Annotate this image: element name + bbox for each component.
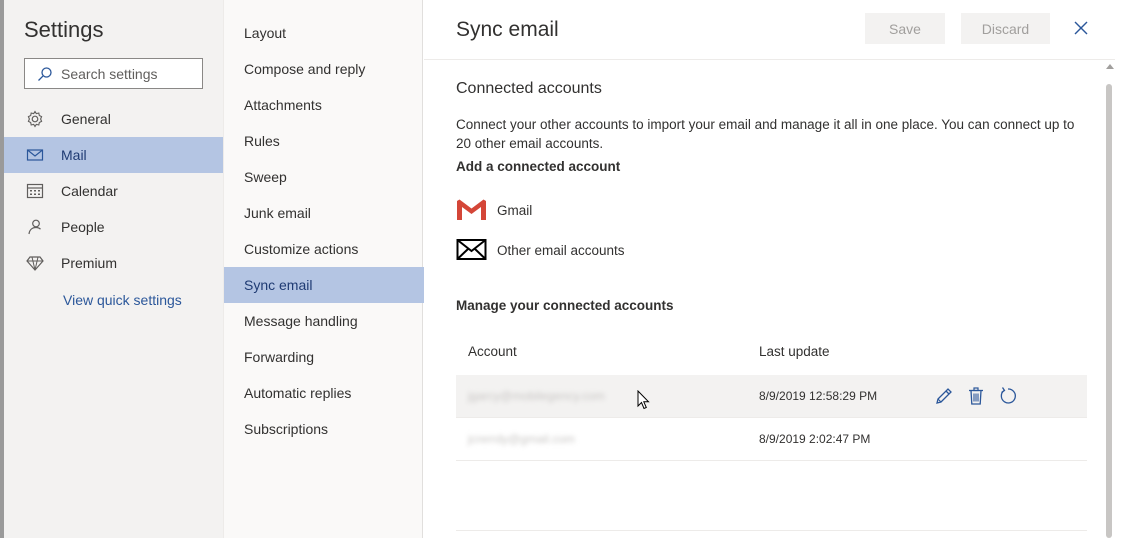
- save-button[interactable]: Save: [865, 13, 945, 44]
- subnav-item-attachments[interactable]: Attachments: [224, 87, 424, 123]
- content-divider: [456, 530, 1087, 531]
- table-header: Account Last update: [456, 334, 1087, 374]
- scroll-up-arrow-icon[interactable]: [1106, 64, 1114, 69]
- settings-sidebar: Settings General Mail Calendar People Pr…: [4, 0, 223, 538]
- diamond-icon: [26, 256, 44, 271]
- trash-icon: [969, 387, 983, 405]
- column-header-last-update: Last update: [759, 344, 830, 359]
- account-email: jcrerrdy@gmail.com: [468, 432, 575, 446]
- add-account-heading: Add a connected account: [456, 159, 621, 174]
- subnav-item-layout[interactable]: Layout: [224, 15, 424, 51]
- sidebar-item-label: General: [61, 111, 111, 127]
- search-icon: [38, 66, 52, 81]
- subnav-list: Layout Compose and reply Attachments Rul…: [224, 15, 424, 447]
- subnav-item-sync-email[interactable]: Sync email: [224, 267, 424, 303]
- subnav-item-sweep[interactable]: Sweep: [224, 159, 424, 195]
- scroll-thumb[interactable]: [1106, 84, 1112, 538]
- add-gmail-account[interactable]: Gmail: [456, 195, 532, 225]
- row-actions: [934, 386, 1030, 406]
- page-title: Sync email: [456, 18, 559, 41]
- table-row[interactable]: jcrerrdy@gmail.com 8/9/2019 2:02:47 PM: [456, 418, 1087, 461]
- sidebar-item-label: Premium: [61, 255, 118, 271]
- gmail-icon: [457, 199, 486, 220]
- mail-icon: [26, 149, 44, 161]
- delete-button[interactable]: [966, 386, 986, 406]
- search-input[interactable]: [61, 65, 201, 82]
- settings-title: Settings: [24, 17, 104, 42]
- provider-label: Other email accounts: [497, 242, 625, 258]
- subnav-item-junk-email[interactable]: Junk email: [224, 195, 424, 231]
- view-quick-settings-link[interactable]: View quick settings: [63, 292, 182, 308]
- subnav-item-rules[interactable]: Rules: [224, 123, 424, 159]
- subnav-item-customize-actions[interactable]: Customize actions: [224, 231, 424, 267]
- sidebar-item-general[interactable]: General: [4, 101, 223, 137]
- mail-subnav: Layout Compose and reply Attachments Rul…: [223, 0, 424, 538]
- subnav-item-subscriptions[interactable]: Subscriptions: [224, 411, 424, 447]
- manage-accounts-heading: Manage your connected accounts: [456, 298, 674, 313]
- connected-accounts-description: Connect your other accounts to import yo…: [456, 117, 1075, 151]
- subnav-item-forwarding[interactable]: Forwarding: [224, 339, 424, 375]
- close-icon[interactable]: [1072, 19, 1090, 37]
- pencil-icon: [936, 388, 952, 404]
- account-email: jgarcy@mobilegency.com: [468, 389, 605, 403]
- sidebar-item-calendar[interactable]: Calendar: [4, 173, 223, 209]
- mouse-pointer-icon: [637, 390, 650, 410]
- sidebar-nav: General Mail Calendar People Premium: [4, 101, 223, 281]
- last-update-time: 8/9/2019 2:02:47 PM: [759, 432, 871, 446]
- sidebar-item-premium[interactable]: Premium: [4, 245, 223, 281]
- pane-content: Connected accounts Connect your other ac…: [456, 60, 1096, 538]
- subnav-item-compose-and-reply[interactable]: Compose and reply: [224, 51, 424, 87]
- gear-icon: [27, 110, 43, 128]
- people-icon: [28, 219, 41, 235]
- pane-header: Sync email Save Discard: [424, 0, 1126, 60]
- sidebar-item-label: Mail: [61, 147, 87, 163]
- add-other-email-account[interactable]: Other email accounts: [456, 235, 625, 265]
- last-update-time: 8/9/2019 12:58:29 PM: [759, 389, 878, 403]
- provider-label: Gmail: [497, 202, 533, 218]
- refresh-icon: [1000, 387, 1016, 404]
- connected-accounts-title: Connected accounts: [456, 80, 602, 97]
- sidebar-item-label: People: [61, 219, 105, 235]
- calendar-icon: [26, 183, 44, 199]
- sync-email-pane: Sync email Save Discard Connected accoun…: [424, 0, 1126, 538]
- window-right-edge: [1115, 0, 1126, 538]
- refresh-button[interactable]: [998, 386, 1018, 406]
- sidebar-item-mail[interactable]: Mail: [4, 137, 223, 173]
- pane-scrollbar[interactable]: [1104, 60, 1115, 538]
- subnav-item-automatic-replies[interactable]: Automatic replies: [224, 375, 424, 411]
- sidebar-item-label: Calendar: [61, 183, 118, 199]
- connected-accounts-table: Account Last update jgarcy@mobilegency.c…: [456, 334, 1087, 461]
- discard-button[interactable]: Discard: [961, 13, 1050, 44]
- search-settings-box[interactable]: [24, 58, 203, 89]
- sidebar-item-people[interactable]: People: [4, 209, 223, 245]
- edit-button[interactable]: [934, 386, 954, 406]
- subnav-item-message-handling[interactable]: Message handling: [224, 303, 424, 339]
- column-header-account: Account: [468, 344, 517, 359]
- envelope-icon: [456, 239, 487, 260]
- table-row[interactable]: jgarcy@mobilegency.com 8/9/2019 12:58:29…: [456, 375, 1087, 418]
